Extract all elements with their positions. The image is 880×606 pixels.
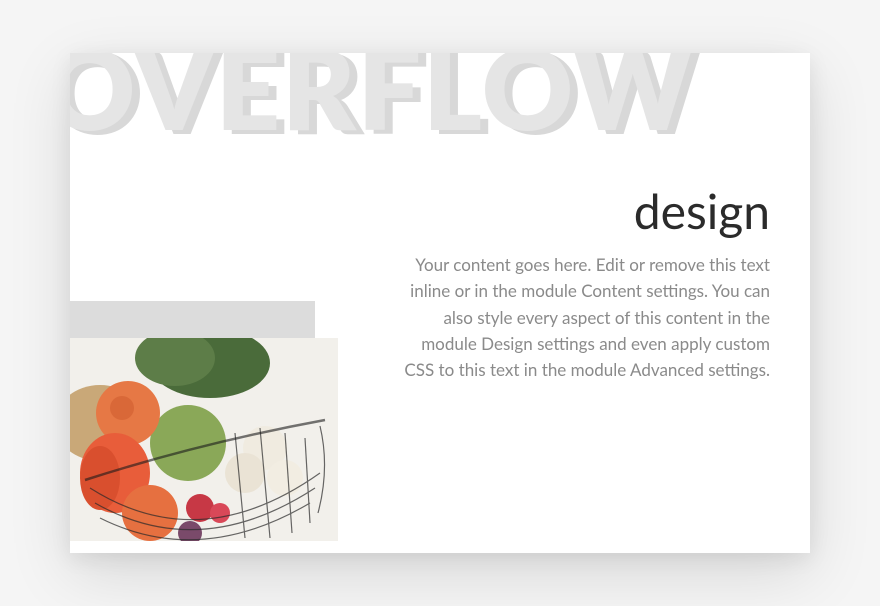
heading: design — [400, 183, 770, 240]
vegetable-basket-image — [70, 338, 338, 541]
body-text: Your content goes here. Edit or remove t… — [400, 252, 770, 384]
content-section: design Your content goes here. Edit or r… — [400, 183, 770, 384]
design-card: OVERFLOW OVERFLOW design Your content go… — [70, 53, 810, 553]
overflow-text: OVERFLOW — [70, 53, 694, 143]
basket-icon — [70, 338, 338, 541]
gray-decorative-block — [70, 301, 315, 341]
